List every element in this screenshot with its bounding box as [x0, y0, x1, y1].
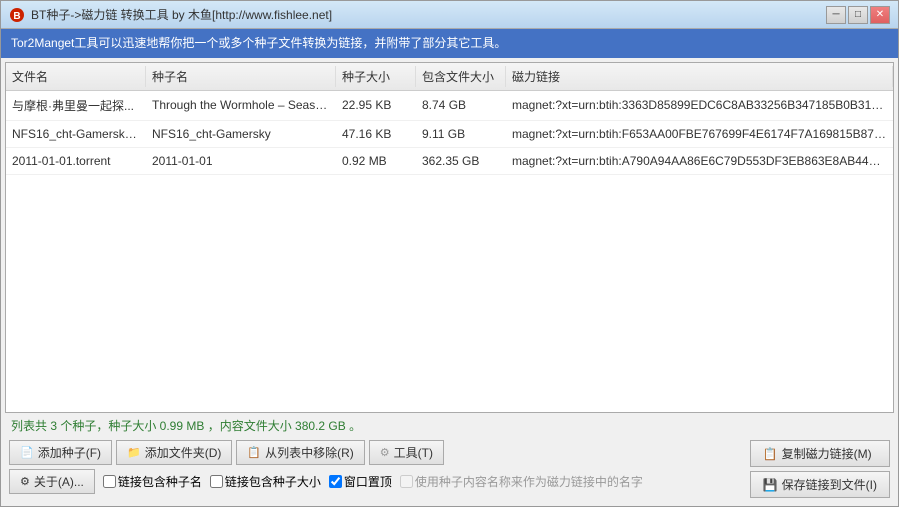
tools-icon: ⚙ [380, 446, 390, 459]
copy-icon: 📋 [763, 447, 778, 461]
svg-text:B: B [13, 11, 20, 22]
tools-button[interactable]: ⚙ 工具(T) [369, 440, 444, 465]
include-seed-size-label: 链接包含种子大小 [225, 473, 321, 490]
col-header-seedsize: 种子大小 [336, 66, 416, 87]
remove-icon: 📋 [247, 446, 261, 459]
minimize-button[interactable]: ─ [826, 6, 846, 24]
window-position-checkbox-label[interactable]: 窗口置顶 [329, 473, 392, 490]
include-seed-name-checkbox[interactable] [103, 475, 116, 488]
cell-filesize-1: 8.74 GB [416, 96, 506, 114]
cell-seedname-3: 2011-01-01 [146, 152, 336, 170]
app-icon: B [9, 7, 25, 23]
add-folder-button[interactable]: 📁 添加文件夹(D) [116, 440, 232, 465]
about-button[interactable]: ⚙ 关于(A)... [9, 469, 95, 494]
add-folder-icon: 📁 [127, 446, 141, 459]
cell-seedname-2: NFS16_cht-Gamersky [146, 125, 336, 143]
include-seed-size-checkbox-label[interactable]: 链接包含种子大小 [210, 473, 321, 490]
cell-seedsize-1: 22.95 KB [336, 96, 416, 114]
cell-filesize-2: 9.11 GB [416, 125, 506, 143]
content-area: 文件名 种子名 种子大小 包含文件大小 磁力链接 与摩根·弗里曼一起探... T… [1, 58, 898, 506]
about-icon: ⚙ [20, 475, 30, 488]
add-seed-button[interactable]: 📄 添加种子(F) [9, 440, 112, 465]
table-header: 文件名 种子名 种子大小 包含文件大小 磁力链接 [6, 63, 893, 91]
maximize-button[interactable]: □ [848, 6, 868, 24]
table-row[interactable]: 2011-01-01.torrent 2011-01-01 0.92 MB 36… [6, 148, 893, 175]
table-row[interactable]: NFS16_cht-Gamersky.to... NFS16_cht-Gamer… [6, 121, 893, 148]
status-bar: 列表共 3 个种子，种子大小 0.99 MB ，内容文件大小 380.2 GB … [5, 413, 894, 438]
cell-seedname-1: Through the Wormhole – Season 1 [146, 96, 336, 114]
window-position-label: 窗口置顶 [344, 473, 392, 490]
close-button[interactable]: ✕ [870, 6, 890, 24]
info-bar: Tor2Manget工具可以迅速地帮你把一个或多个种子文件转换为链接，并附带了部… [1, 29, 898, 58]
table-container: 文件名 种子名 种子大小 包含文件大小 磁力链接 与摩根·弗里曼一起探... T… [5, 62, 894, 413]
use-content-name-checkbox [400, 475, 413, 488]
cell-seedsize-3: 0.92 MB [336, 152, 416, 170]
include-seed-name-label: 链接包含种子名 [118, 473, 202, 490]
save-icon: 💾 [763, 478, 778, 492]
use-content-name-checkbox-label: 使用种子内容名称来作为磁力链接中的名字 [400, 473, 643, 490]
cell-filesize-3: 362.35 GB [416, 152, 506, 170]
title-bar-left: B BT种子->磁力链 转换工具 by 木鱼[http://www.fishle… [9, 6, 332, 23]
cell-magnet-2: magnet:?xt=urn:btih:F653AA00FBE767699F4E… [506, 125, 893, 143]
remove-from-list-button[interactable]: 📋 从列表中移除(R) [236, 440, 364, 465]
status-text: 列表共 3 个种子，种子大小 0.99 MB ，内容文件大小 380.2 GB … [11, 419, 361, 433]
save-to-file-button[interactable]: 💾 保存链接到文件(I) [750, 471, 890, 498]
window-position-checkbox[interactable] [329, 475, 342, 488]
col-header-filesize: 包含文件大小 [416, 66, 506, 87]
cell-filename-1: 与摩根·弗里曼一起探... [6, 95, 146, 116]
copy-magnet-button[interactable]: 📋 复制磁力链接(M) [750, 440, 890, 467]
col-header-magnet: 磁力链接 [506, 66, 893, 87]
use-content-name-label: 使用种子内容名称来作为磁力链接中的名字 [415, 473, 643, 490]
window-title: BT种子->磁力链 转换工具 by 木鱼[http://www.fishlee.… [31, 6, 332, 23]
table-row[interactable]: 与摩根·弗里曼一起探... Through the Wormhole – Sea… [6, 91, 893, 121]
cell-filename-2: NFS16_cht-Gamersky.to... [6, 125, 146, 143]
cell-seedsize-2: 47.16 KB [336, 125, 416, 143]
include-seed-size-checkbox[interactable] [210, 475, 223, 488]
cell-magnet-1: magnet:?xt=urn:btih:3363D85899EDC6C8AB33… [506, 96, 893, 114]
cell-magnet-3: magnet:?xt=urn:btih:A790A94AA86E6C79D553… [506, 152, 893, 170]
cell-filename-3: 2011-01-01.torrent [6, 152, 146, 170]
info-text: Tor2Manget工具可以迅速地帮你把一个或多个种子文件转换为链接，并附带了部… [11, 36, 506, 50]
table-body: 与摩根·弗里曼一起探... Through the Wormhole – Sea… [6, 91, 893, 175]
col-header-filename: 文件名 [6, 66, 146, 87]
title-bar: B BT种子->磁力链 转换工具 by 木鱼[http://www.fishle… [1, 1, 898, 29]
add-seed-icon: 📄 [20, 446, 34, 459]
include-seed-name-checkbox-label[interactable]: 链接包含种子名 [103, 473, 202, 490]
main-window: B BT种子->磁力链 转换工具 by 木鱼[http://www.fishle… [0, 0, 899, 507]
title-buttons: ─ □ ✕ [826, 6, 890, 24]
col-header-seedname: 种子名 [146, 66, 336, 87]
